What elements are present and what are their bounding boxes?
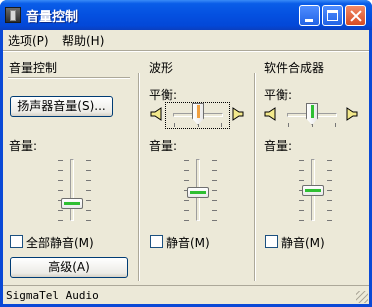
synth-mute-checkbox[interactable] xyxy=(265,235,278,248)
volume-control-window: 音量控制 选项(P) 帮助(H) 音量控制 扬声器音量(S)... 音量: 全部… xyxy=(0,0,372,307)
synth-mute-label: 静音(M) xyxy=(281,236,325,250)
client-area: 选项(P) 帮助(H) 音量控制 扬声器音量(S)... 音量: 全部静音(M)… xyxy=(3,30,369,304)
synth-volume-thumb[interactable] xyxy=(302,185,324,196)
minimize-icon xyxy=(305,19,313,22)
speaker-left-icon xyxy=(264,107,276,121)
title-bar[interactable]: 音量控制 xyxy=(0,0,372,30)
close-button[interactable] xyxy=(345,5,366,26)
app-icon[interactable] xyxy=(5,7,21,23)
advanced-button[interactable]: 高级(A) xyxy=(10,257,128,278)
minimize-button[interactable] xyxy=(299,5,320,26)
synth-volume-label: 音量: xyxy=(264,139,293,153)
menu-separator xyxy=(3,50,369,52)
master-mute-checkbox[interactable] xyxy=(10,235,23,248)
column-separator-2 xyxy=(254,73,256,281)
speaker-right-icon xyxy=(232,107,244,121)
wave-volume-label: 音量: xyxy=(149,139,178,153)
synth-balance-label: 平衡: xyxy=(264,88,293,102)
column-separator-1 xyxy=(138,73,140,281)
maximize-icon xyxy=(327,10,338,21)
synth-column-title: 软件合成器 xyxy=(264,61,325,75)
master-column-title: 音量控制 xyxy=(9,61,58,75)
menu-help[interactable]: 帮助(H) xyxy=(62,32,104,49)
maximize-button[interactable] xyxy=(322,5,343,26)
wave-column-title: 波形 xyxy=(149,61,174,75)
master-volume-thumb[interactable] xyxy=(61,198,83,209)
master-mute-label: 全部静音(M) xyxy=(26,236,94,250)
window-title: 音量控制 xyxy=(26,10,79,25)
wave-volume-thumb[interactable] xyxy=(187,187,209,198)
menu-options[interactable]: 选项(P) xyxy=(8,32,49,49)
status-bar: SigmaTel Audio xyxy=(3,285,369,304)
resize-grip[interactable] xyxy=(356,291,368,303)
wave-mute-label: 静音(M) xyxy=(166,236,210,250)
speaker-volume-button[interactable]: 扬声器音量(S)... xyxy=(10,96,113,117)
wave-mute-checkbox[interactable] xyxy=(150,235,163,248)
menu-bar: 选项(P) 帮助(H) xyxy=(3,30,369,49)
master-volume-label: 音量: xyxy=(9,139,38,153)
master-title-separator xyxy=(8,77,130,79)
status-device: SigmaTel Audio xyxy=(6,289,99,302)
speaker-right-icon xyxy=(346,107,358,121)
synth-balance-thumb[interactable] xyxy=(306,103,318,125)
wave-balance-label: 平衡: xyxy=(149,88,178,102)
speaker-left-icon xyxy=(150,107,162,121)
